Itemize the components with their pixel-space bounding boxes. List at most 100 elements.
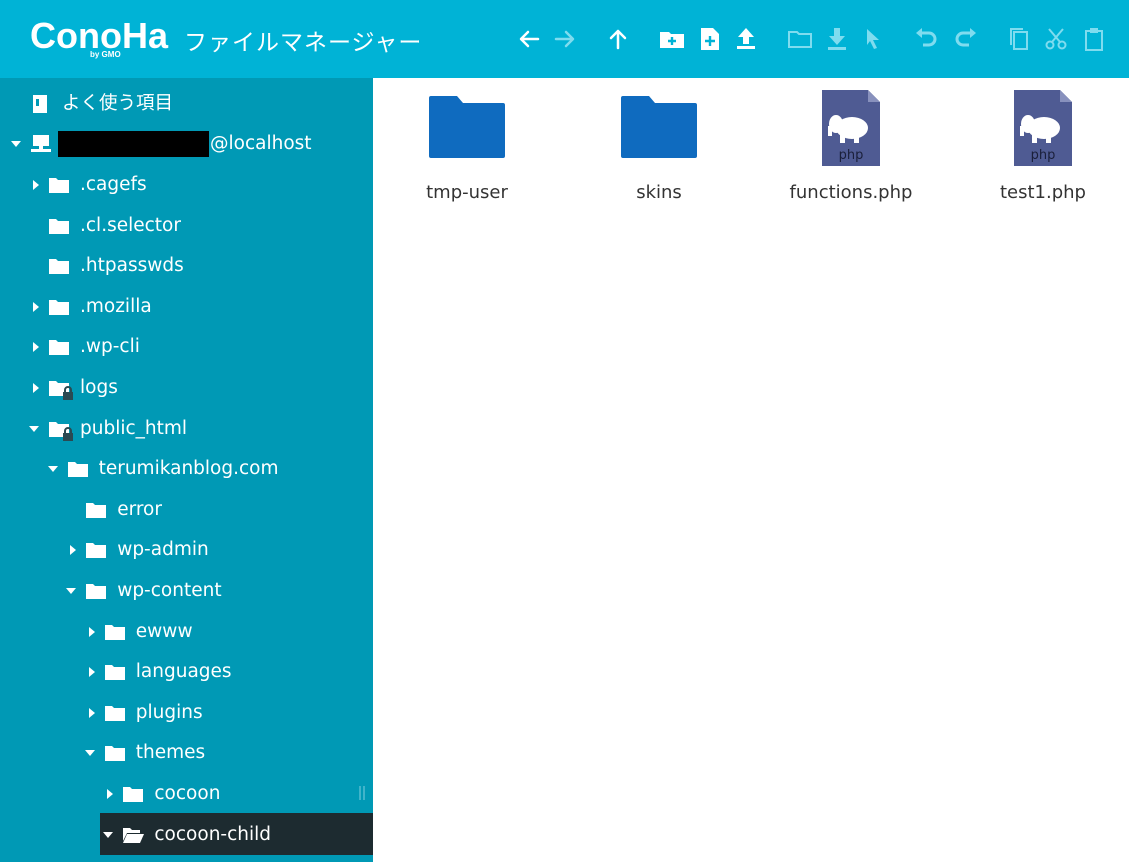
caret-right-icon[interactable]: [86, 707, 98, 719]
copy-button[interactable]: [1006, 26, 1032, 52]
tree-item-label: .mozilla: [80, 295, 152, 317]
copy-icon: [1010, 28, 1028, 50]
tree-item-label: error: [117, 498, 162, 520]
resize-handle-icon[interactable]: [359, 786, 365, 800]
tree-item-label: logs: [80, 377, 118, 398]
app-title: ファイルマネージャー: [184, 30, 423, 56]
file-list-pane: tmp-user skins php functions.php php test1.ph…: [373, 78, 1129, 862]
new-folder-icon: [660, 32, 684, 48]
undo-button[interactable]: [914, 26, 940, 52]
favorites-item[interactable]: よく使う項目: [0, 86, 373, 122]
tree-item-wp-content[interactable]: wp-content: [0, 573, 373, 609]
tree-item-label: .cl.selector: [80, 214, 181, 236]
folder-item[interactable]: tmp-user: [382, 86, 552, 206]
caret-right-icon[interactable]: [67, 544, 79, 556]
cut-button[interactable]: [1043, 26, 1069, 52]
folder-icon: [621, 96, 697, 158]
tree-item-cagefs[interactable]: .cagefs: [0, 167, 373, 203]
tree-item-mozilla[interactable]: .mozilla: [0, 289, 373, 325]
tree-item-cl-selector[interactable]: .cl.selector: [0, 208, 373, 244]
tree-item-label: public_html: [80, 417, 188, 439]
caret-down-icon[interactable]: [84, 747, 96, 759]
redo-icon: [955, 28, 976, 47]
server-icon: [31, 135, 51, 152]
tree-item-wp-cli[interactable]: .wp-cli: [0, 329, 373, 365]
folder-icon: [49, 340, 69, 356]
select-button[interactable]: [860, 26, 886, 52]
caret-right-icon[interactable]: [30, 341, 42, 353]
folder-icon: [86, 584, 107, 599]
caret-right-icon[interactable]: [30, 179, 42, 191]
caret-right-icon[interactable]: [30, 382, 42, 394]
folder-icon: [104, 624, 125, 640]
folder-icon: [49, 299, 69, 315]
php-badge-text: php: [839, 148, 864, 163]
php-file-item[interactable]: php functions.php: [766, 86, 936, 206]
upload-icon: [737, 28, 755, 49]
tree-item-public-html[interactable]: public_html: [0, 411, 373, 447]
logo-sub: by GMO: [90, 50, 121, 59]
php-file-item[interactable]: php test1.php: [958, 86, 1128, 206]
tree-item-label: languages: [135, 661, 232, 683]
caret-right-icon[interactable]: [86, 666, 98, 678]
tree-item-cocoon[interactable]: cocoon: [0, 776, 373, 812]
forward-button[interactable]: [552, 26, 578, 52]
folder-icon: [123, 787, 144, 802]
file-name: functions.php: [789, 182, 913, 203]
tree-item-label: plugins: [135, 701, 203, 723]
caret-right-icon[interactable]: [30, 301, 42, 313]
caret-right-icon[interactable]: [104, 788, 116, 800]
tree-item-ewww[interactable]: ewww: [0, 614, 373, 650]
folder-icon: [104, 665, 125, 681]
host-label: @localhost: [210, 133, 312, 154]
bookmark-icon: [33, 95, 47, 113]
folder-icon: [104, 746, 125, 762]
upload-button[interactable]: [733, 26, 759, 52]
up-button[interactable]: [605, 26, 631, 52]
caret-down-icon: [11, 141, 21, 147]
caret-down-icon[interactable]: [47, 463, 59, 475]
select-icon: [867, 29, 879, 49]
folder-icon: [49, 178, 69, 193]
favorites-label: よく使う項目: [62, 93, 174, 114]
tree-item-label: .wp-cli: [80, 336, 140, 358]
tree-item-label: ewww: [135, 620, 193, 642]
redo-button[interactable]: [952, 26, 978, 52]
tree-item-terumikanblog-com[interactable]: terumikanblog.com: [0, 451, 373, 487]
open-folder-button[interactable]: [787, 26, 813, 52]
folder-open-icon: [123, 827, 145, 843]
lock-icon: [63, 386, 73, 400]
new-file-icon: [701, 28, 719, 50]
folder-icon: [429, 96, 505, 158]
folder-item[interactable]: skins: [574, 86, 744, 206]
tree-item-label: terumikanblog.com: [98, 458, 279, 480]
paste-button[interactable]: [1081, 26, 1107, 52]
tree-item-htpasswds[interactable]: .htpasswds: [0, 248, 373, 284]
tree-item-logs[interactable]: logs: [0, 370, 373, 406]
caret-right-icon[interactable]: [86, 626, 98, 638]
tree-item-plugins[interactable]: plugins: [0, 695, 373, 731]
redacted-username: [58, 131, 209, 157]
folder-icon: [67, 462, 88, 478]
folder-icon: [86, 543, 107, 559]
folder-icon: [104, 705, 125, 721]
folder-icon: [86, 502, 107, 518]
file-name: tmp-user: [426, 182, 508, 203]
caret-down-icon[interactable]: [102, 829, 114, 841]
up-icon: [609, 29, 627, 50]
host-item[interactable]: @localhost: [0, 126, 373, 162]
back-icon: [519, 30, 540, 48]
tree-item-error[interactable]: error: [0, 492, 373, 528]
back-button[interactable]: [516, 26, 542, 52]
tree-item-languages[interactable]: languages: [0, 654, 373, 690]
folder-icon: [49, 218, 69, 234]
caret-down-icon[interactable]: [28, 423, 40, 435]
new-file-button[interactable]: [697, 26, 723, 52]
tree-item-cocoon-child[interactable]: cocoon-child: [0, 812, 373, 855]
new-folder-button[interactable]: [659, 26, 685, 52]
tree-item-themes[interactable]: themes: [0, 735, 373, 771]
caret-down-icon[interactable]: [65, 585, 77, 597]
download-button[interactable]: [824, 26, 850, 52]
tree-item-label: wp-admin: [117, 539, 209, 561]
tree-item-wp-admin[interactable]: wp-admin: [0, 532, 373, 568]
